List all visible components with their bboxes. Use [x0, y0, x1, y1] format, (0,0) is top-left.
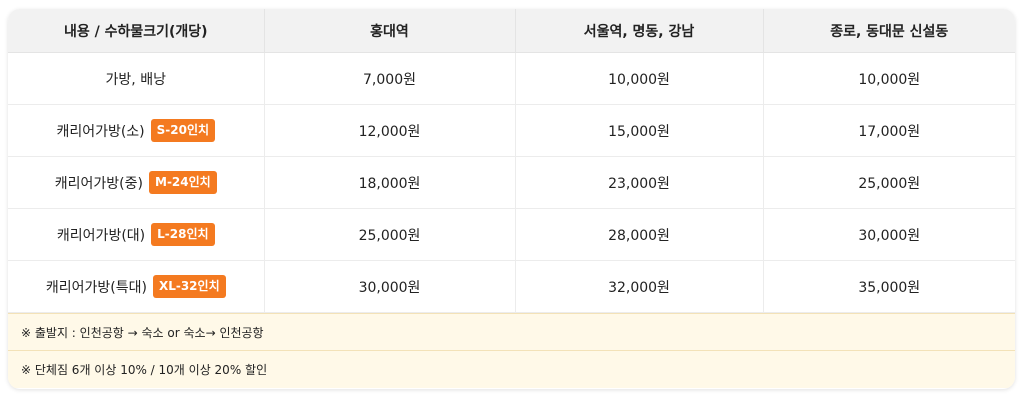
price-cell: 12,000원 — [264, 104, 516, 157]
header-seoul-myeongdong-gangnam: 서울역, 명동, 강남 — [515, 9, 764, 53]
price-cell: 32,000원 — [515, 260, 764, 313]
table-row: 캐리어가방(소) S-20인치 12,000원 15,000원 17,000원 — [8, 104, 1015, 157]
size-badge: S-20인치 — [150, 119, 216, 142]
price-cell: 25,000원 — [763, 156, 1015, 209]
luggage-price-card: 내용 / 수하물크기(개당) 홍대역 서울역, 명동, 강남 종로, 동대문 신… — [8, 9, 1015, 389]
table-row: 캐리어가방(대) L-28인치 25,000원 28,000원 30,000원 — [8, 208, 1015, 261]
header-hongdae: 홍대역 — [264, 9, 516, 53]
item-label: 캐리어가방(특대) — [45, 279, 147, 296]
luggage-price-table: 내용 / 수하물크기(개당) 홍대역 서울역, 명동, 강남 종로, 동대문 신… — [8, 9, 1015, 313]
table-header-row: 내용 / 수하물크기(개당) 홍대역 서울역, 명동, 강남 종로, 동대문 신… — [8, 9, 1015, 53]
note-departure: ※ 출발지 : 인천공항 → 숙소 or 숙소→ 인천공항 — [8, 313, 1015, 350]
item-cell: 가방, 배낭 — [8, 52, 265, 105]
price-cell: 30,000원 — [264, 260, 516, 313]
item-label: 캐리어가방(대) — [56, 227, 146, 244]
item-cell: 캐리어가방(중) M-24인치 — [8, 156, 265, 209]
price-cell: 17,000원 — [763, 104, 1015, 157]
price-cell: 35,000원 — [763, 260, 1015, 313]
item-label: 캐리어가방(소) — [56, 123, 145, 140]
item-cell: 캐리어가방(대) L-28인치 — [8, 208, 265, 261]
header-item-size: 내용 / 수하물크기(개당) — [8, 9, 265, 53]
price-cell: 28,000원 — [515, 208, 764, 261]
size-badge: XL-32인치 — [152, 275, 226, 298]
note-group-discount: ※ 단체짐 6개 이상 10% / 10개 이상 20% 할인 — [8, 350, 1015, 388]
item-label: 캐리어가방(중) — [54, 175, 143, 192]
table-row: 캐리어가방(특대) XL-32인치 30,000원 32,000원 35,000… — [8, 260, 1015, 313]
size-badge: M-24인치 — [149, 171, 217, 194]
table-row: 가방, 배낭 7,000원 10,000원 10,000원 — [8, 52, 1015, 105]
price-cell: 15,000원 — [515, 104, 764, 157]
size-badge: L-28인치 — [151, 223, 215, 246]
price-cell: 30,000원 — [763, 208, 1015, 261]
item-cell: 캐리어가방(소) S-20인치 — [8, 104, 265, 157]
price-cell: 10,000원 — [763, 52, 1015, 105]
price-cell: 10,000원 — [515, 52, 764, 105]
price-cell: 25,000원 — [264, 208, 516, 261]
item-label: 가방, 배낭 — [105, 71, 166, 88]
item-cell: 캐리어가방(특대) XL-32인치 — [8, 260, 265, 313]
price-cell: 7,000원 — [264, 52, 516, 105]
header-jongno-dongdaemun: 종로, 동대문 신설동 — [763, 9, 1015, 53]
price-cell: 18,000원 — [264, 156, 516, 209]
price-cell: 23,000원 — [515, 156, 764, 209]
table-row: 캐리어가방(중) M-24인치 18,000원 23,000원 25,000원 — [8, 156, 1015, 209]
